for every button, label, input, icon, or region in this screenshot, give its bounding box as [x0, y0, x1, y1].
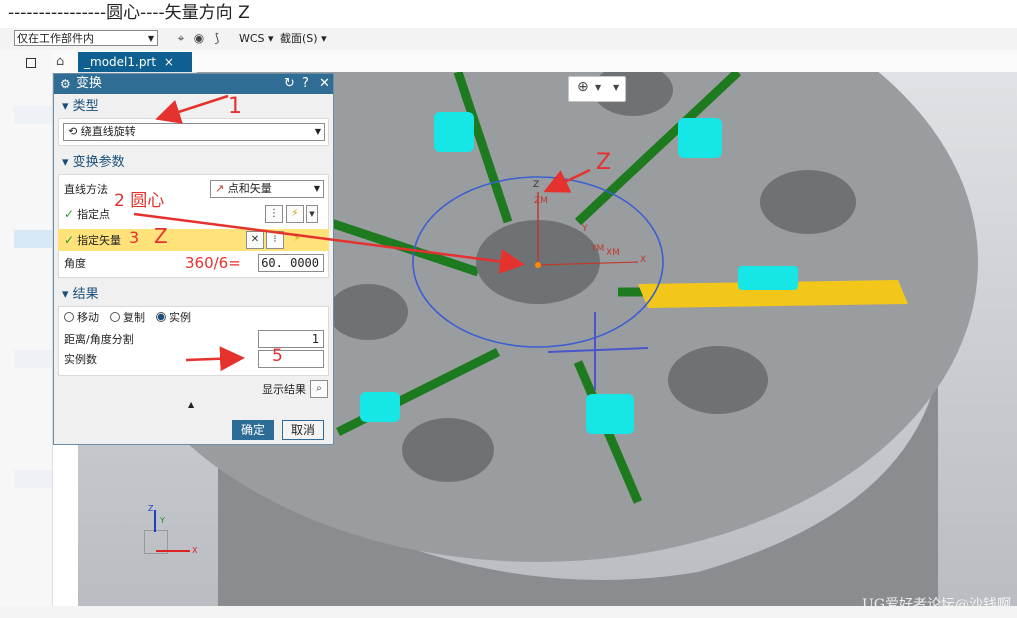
angle-formula-annotation: 360/6=	[185, 254, 241, 272]
step-3-annotation: 3	[129, 228, 140, 247]
z-vector-annotation: Z	[154, 224, 168, 248]
step-1-annotation: 1	[228, 94, 242, 119]
step-2-annotation: 2 圆心	[114, 191, 165, 211]
z-direction-annotation: Z	[596, 150, 612, 175]
status-bar	[0, 606, 1017, 618]
instances-value-annotation: 5	[272, 346, 283, 366]
annotation-arrows	[133, 94, 591, 372]
